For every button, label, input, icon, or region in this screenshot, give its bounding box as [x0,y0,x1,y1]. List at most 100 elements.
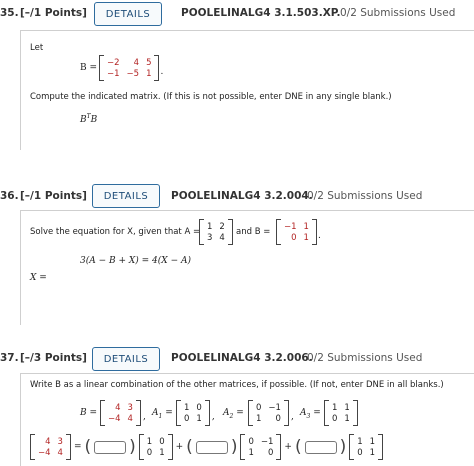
matrix-cell: 1 [256,413,262,424]
comma: , [142,412,146,422]
matrix-cell: 1 [184,402,190,413]
submissions-used: 0/2 Submissions Used [307,352,423,364]
matrix-cell: −4 [108,413,121,424]
matrix-cell: 1 [207,221,213,232]
question-code: POOLELINALG4 3.2.006. [171,352,313,364]
matrix-cell: 1 [344,402,350,413]
matrix-cell: 1 [146,68,152,79]
matrix-cell: 1 [146,436,153,447]
a2-label: A2 = [223,408,244,420]
question-35: 35. [–/1 Points] DETAILS POOLELINALG4 3.… [0,0,474,150]
close-paren: ) [339,436,347,457]
period: . [317,231,321,241]
matrix-cell: 3 [127,402,133,413]
matrix-b: 4 3 −4 4 , [100,400,146,426]
open-paren: ( [84,436,92,457]
question-37-header: 37. [–/3 Points] DETAILS POOLELINALG4 3.… [0,343,474,377]
plus-sign: + [175,442,184,452]
question-35-header: 35. [–/1 Points] DETAILS POOLELINALG4 3.… [0,0,474,34]
divider [20,30,474,31]
matrix-cell: −1 [268,402,281,413]
matrix-cell: 4 [115,402,121,413]
matrix-cell: 0 [159,436,165,447]
matrix-cell: −2 [107,57,120,68]
content-border [20,210,21,325]
matrix-cell: 1 [369,447,376,458]
question-points: [–/3 Points] [20,352,87,364]
details-button[interactable]: DETAILS [92,184,160,208]
and-b-label: and B = [236,227,271,237]
expression: BTB [80,113,98,125]
matrix-cell: 1 [248,447,254,458]
coefficient-3-input[interactable] [304,440,337,454]
matrix-cell: 1 [369,436,376,447]
matrix-cell: 0 [184,413,190,424]
let-label: Let [30,43,44,53]
matrix-cell: −5 [126,68,140,79]
matrix-cell: 1 [303,232,309,243]
submissions-used: 0/2 Submissions Used [340,7,456,19]
a3-label: A3 = [300,408,321,420]
matrix-cell: 0 [256,402,262,413]
matrix-cell: −4 [38,447,51,458]
divider [20,210,474,211]
matrix-cell: 0 [146,447,153,458]
a1-label: A1 = [152,408,173,420]
matrix-a2-rhs: 0 −1 1 0 [240,434,282,460]
equals-sign: = [73,442,82,452]
question-37: 37. [–/3 Points] DETAILS POOLELINALG4 3.… [0,343,474,466]
matrix-a3: 1 1 0 1 [324,400,358,426]
coefficient-1-input[interactable] [94,440,127,454]
instruction: Solve the equation for X, given that A = [30,227,201,237]
question-code: POOLELINALG4 3.2.004. [171,190,313,202]
divider [20,373,474,374]
matrix-cell: 4 [133,57,140,68]
coefficient-2-input[interactable] [195,440,228,454]
question-points: [–/1 Points] [20,190,87,202]
matrix-cell: 1 [303,221,309,232]
matrix-a1: 1 0 0 1 , [176,400,215,426]
equation: 3(A − B + X) = 4(X − A) [80,256,191,266]
plus-sign: + [284,442,292,452]
matrix-a1-rhs: 1 0 0 1 [138,434,173,460]
x-label: X = [30,273,47,283]
submissions-used: 0/2 Submissions Used [307,190,423,202]
question-points: [–/1 Points] [20,7,87,19]
period: . [160,67,164,77]
matrix-cell: 0 [275,413,281,424]
matrix-cell: 3 [57,436,63,447]
matrix-a: 1 2 3 4 [199,219,233,245]
details-button[interactable]: DETAILS [92,347,160,371]
details-button[interactable]: DETAILS [94,2,162,26]
question-number: 37. [0,352,19,364]
matrix-cell: 5 [146,57,152,68]
question-36: 36. [–/1 Points] DETAILS POOLELINALG4 3.… [0,181,474,326]
close-paren: ) [230,436,238,457]
matrix-b-lhs: 4 3 −4 4 [30,434,71,460]
matrix-a2: 0 −1 1 0 , [248,400,294,426]
matrix-cell: 0 [196,402,202,413]
matrix-cell: −1 [260,436,274,447]
linear-combination-row: 4 3 −4 4 = ( ) 1 0 0 1 + ( ) 0 −1 1 0 + … [30,434,384,460]
matrix-cell: 3 [207,232,213,243]
open-paren: ( [186,436,193,457]
b-label: B = [80,408,98,418]
matrix-cell: 4 [127,413,133,424]
comma: , [290,412,294,422]
matrix-b: −2 4 5 −1 −5 1 . [99,55,163,81]
close-paren: ) [129,436,136,457]
matrix-cell: 1 [159,447,165,458]
question-code: POOLELINALG4 3.1.503.XP. [181,7,341,19]
content-border [20,373,21,466]
matrix-cell: 0 [332,413,338,424]
instruction: Write B as a linear combination of the o… [30,380,444,390]
matrix-cell: 1 [344,413,350,424]
content-border [20,30,21,150]
question-number: 36. [0,190,19,202]
matrix-cell: 4 [57,447,63,458]
matrix-cell: 1 [196,413,202,424]
matrix-cell: 1 [357,436,363,447]
matrix-cell: 0 [357,447,363,458]
matrix-cell: −1 [284,221,297,232]
matrix-a3-rhs: 1 1 0 1 [349,434,384,460]
